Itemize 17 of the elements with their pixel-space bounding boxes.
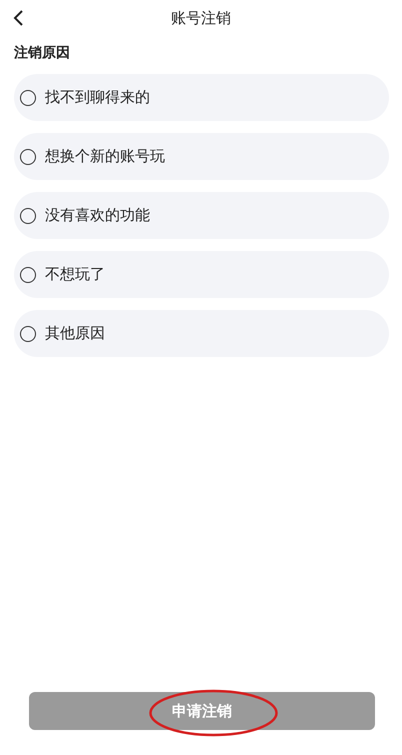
radio-button[interactable] bbox=[20, 148, 36, 164]
reason-option[interactable]: 想换个新的账号玩 bbox=[14, 133, 389, 180]
reason-option[interactable]: 其他原因 bbox=[14, 310, 389, 357]
reason-option[interactable]: 不想玩了 bbox=[14, 251, 389, 298]
option-label: 没有喜欢的功能 bbox=[45, 206, 150, 225]
option-label: 想换个新的账号玩 bbox=[45, 147, 165, 166]
option-label: 不想玩了 bbox=[45, 265, 105, 284]
section-title: 注销原因 bbox=[14, 44, 70, 62]
page-title: 账号注销 bbox=[171, 8, 231, 28]
option-label: 找不到聊得来的 bbox=[45, 88, 150, 107]
radio-button[interactable] bbox=[20, 266, 36, 282]
radio-button[interactable] bbox=[20, 326, 36, 342]
radio-button[interactable] bbox=[20, 90, 36, 106]
reason-option[interactable]: 找不到聊得来的 bbox=[14, 74, 389, 121]
reason-option[interactable]: 没有喜欢的功能 bbox=[14, 192, 389, 239]
radio-button[interactable] bbox=[20, 208, 36, 224]
option-label: 其他原因 bbox=[45, 324, 105, 343]
